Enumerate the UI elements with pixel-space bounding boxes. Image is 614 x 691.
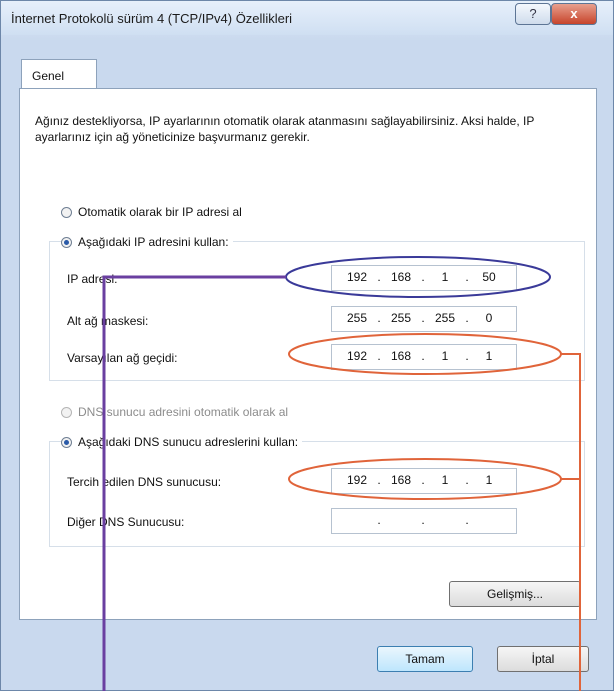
gateway-octet-2: 168 [390, 349, 412, 363]
radio-manual-ip[interactable]: Aşağıdaki IP adresini kullan: [61, 233, 233, 251]
ok-button[interactable]: Tamam [377, 646, 473, 672]
preferred-dns-label: Tercih edilen DNS sunucusu: [67, 475, 222, 489]
window-title: İnternet Protokolü sürüm 4 (TCP/IPv4) Öz… [11, 11, 293, 26]
radio-auto-ip[interactable]: Otomatik olarak bir IP adresi al [61, 203, 242, 221]
ip-octet-4: 50 [482, 270, 496, 284]
ip-address-input[interactable]: 192 . 168 . 1 . 50 [331, 265, 517, 291]
gateway-octet-3: 1 [441, 349, 449, 363]
subnet-octet-2: 255 [390, 311, 412, 325]
ip-octet-3: 1 [441, 270, 449, 284]
octet-separator: . [465, 311, 469, 325]
dns1-octet-3: 1 [441, 473, 449, 487]
octet-separator: . [421, 513, 425, 527]
octet-separator: . [421, 349, 425, 363]
radio-auto-ip-label: Otomatik olarak bir IP adresi al [78, 205, 242, 219]
alternate-dns-input[interactable]: . . . [331, 508, 517, 534]
subnet-mask-label: Alt ağ maskesi: [67, 314, 149, 328]
octet-separator: . [377, 513, 381, 527]
alternate-dns-label: Diğer DNS Sunucusu: [67, 515, 185, 529]
tcpip-properties-dialog: İnternet Protokolü sürüm 4 (TCP/IPv4) Öz… [0, 0, 614, 691]
radio-disabled-icon [61, 407, 72, 418]
octet-separator: . [465, 513, 469, 527]
octet-separator: . [421, 270, 425, 284]
ip-octet-2: 168 [390, 270, 412, 284]
radio-selected-icon [61, 237, 72, 248]
dns1-octet-4: 1 [485, 473, 493, 487]
octet-separator: . [377, 311, 381, 325]
help-button[interactable]: ? [515, 3, 551, 25]
dns1-octet-1: 192 [346, 473, 368, 487]
octet-separator: . [377, 473, 381, 487]
dns1-octet-2: 168 [390, 473, 412, 487]
close-button[interactable]: x [551, 3, 597, 25]
octet-separator: . [377, 349, 381, 363]
ip-address-label: IP adresi: [67, 272, 118, 286]
subnet-octet-4: 0 [485, 311, 493, 325]
cancel-button[interactable]: İptal [497, 646, 589, 672]
gateway-octet-4: 1 [485, 349, 493, 363]
title-bar: İnternet Protokolü sürüm 4 (TCP/IPv4) Öz… [1, 1, 613, 35]
radio-auto-dns[interactable]: DNS sunucu adresini otomatik olarak al [61, 403, 288, 421]
subnet-octet-1: 255 [346, 311, 368, 325]
tab-genel[interactable]: Genel [21, 59, 97, 89]
octet-separator: . [465, 270, 469, 284]
advanced-button[interactable]: Gelişmiş... [449, 581, 581, 607]
gateway-label: Varsayılan ağ geçidi: [67, 351, 178, 365]
octet-separator: . [421, 473, 425, 487]
gateway-octet-1: 192 [346, 349, 368, 363]
subnet-octet-3: 255 [434, 311, 456, 325]
octet-separator: . [421, 311, 425, 325]
radio-auto-dns-label: DNS sunucu adresini otomatik olarak al [78, 405, 289, 419]
octet-separator: . [465, 349, 469, 363]
radio-manual-ip-label: Aşağıdaki IP adresini kullan: [78, 235, 229, 249]
ip-octet-1: 192 [346, 270, 368, 284]
radio-icon [61, 207, 72, 218]
subnet-mask-input[interactable]: 255 . 255 . 255 . 0 [331, 306, 517, 332]
gateway-input[interactable]: 192 . 168 . 1 . 1 [331, 344, 517, 370]
octet-separator: . [377, 270, 381, 284]
preferred-dns-input[interactable]: 192 . 168 . 1 . 1 [331, 468, 517, 494]
radio-manual-dns-label: Aşağıdaki DNS sunucu adreslerini kullan: [78, 435, 299, 449]
intro-text: Ağınız destekliyorsa, IP ayarlarının oto… [35, 114, 535, 144]
radio-selected-icon [61, 437, 72, 448]
octet-separator: . [465, 473, 469, 487]
radio-manual-dns[interactable]: Aşağıdaki DNS sunucu adreslerini kullan: [61, 433, 303, 451]
